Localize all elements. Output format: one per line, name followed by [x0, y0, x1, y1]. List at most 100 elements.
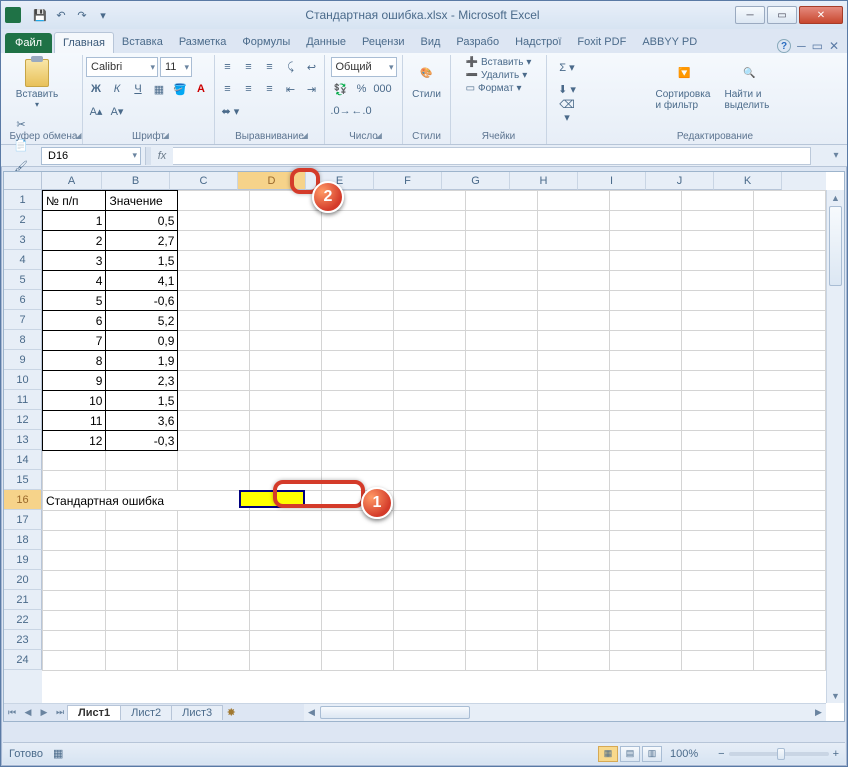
cell-B8[interactable]: 0,9 [106, 331, 178, 351]
cell-H18[interactable] [538, 531, 610, 551]
cell-I23[interactable] [610, 631, 682, 651]
cell-F7[interactable] [394, 311, 466, 331]
cell-H2[interactable] [538, 211, 610, 231]
view-page-layout-button[interactable]: ▤ [620, 746, 640, 762]
scroll-up-button[interactable]: ▲ [827, 190, 844, 205]
cell-K21[interactable] [753, 591, 825, 611]
ribbon-tab-разрабо[interactable]: Разрабо [448, 32, 507, 53]
cell-E21[interactable] [322, 591, 394, 611]
insert-cells-button[interactable]: ➕Вставить ▾ [466, 57, 532, 68]
cell-K3[interactable] [753, 231, 825, 251]
cell-F12[interactable] [394, 411, 466, 431]
cell-B13[interactable]: -0,3 [106, 431, 178, 451]
cell-B6[interactable]: -0,6 [106, 291, 178, 311]
cell-E2[interactable] [322, 211, 394, 231]
cell-G9[interactable] [466, 351, 538, 371]
cell-A6[interactable]: 5 [43, 291, 106, 311]
tab-nav-last[interactable]: ⏭ [52, 705, 68, 721]
cell-E9[interactable] [322, 351, 394, 371]
font-name-combo[interactable]: Calibri [86, 57, 158, 77]
cell-I9[interactable] [610, 351, 682, 371]
cell-F19[interactable] [394, 551, 466, 571]
mdi-minimize-button[interactable]: ─ [797, 39, 806, 53]
cell-G10[interactable] [466, 371, 538, 391]
cell-D1[interactable] [250, 191, 322, 211]
name-box[interactable]: D16 [41, 147, 141, 165]
cell-K20[interactable] [753, 571, 825, 591]
cell-D9[interactable] [250, 351, 322, 371]
autosum-button[interactable]: Σ ▾ [557, 57, 577, 77]
cell-D21[interactable] [250, 591, 322, 611]
cell-G15[interactable] [466, 471, 538, 491]
ribbon-tab-вид[interactable]: Вид [413, 32, 449, 53]
column-header-K[interactable]: K [714, 172, 782, 190]
cell-F11[interactable] [394, 391, 466, 411]
sheet-tab-Лист3[interactable]: Лист3 [171, 705, 223, 720]
cell-E20[interactable] [322, 571, 394, 591]
help-icon[interactable]: ? [777, 39, 791, 53]
cell-C4[interactable] [178, 251, 250, 271]
cell-G6[interactable] [466, 291, 538, 311]
cell-H19[interactable] [538, 551, 610, 571]
cell-D18[interactable] [250, 531, 322, 551]
row-header-13[interactable]: 13 [4, 430, 42, 450]
cell-J22[interactable] [681, 611, 753, 631]
cell-F4[interactable] [394, 251, 466, 271]
cell-D3[interactable] [250, 231, 322, 251]
cell-C17[interactable] [178, 511, 250, 531]
cell-A24[interactable] [43, 651, 106, 671]
sheet-tab-Лист2[interactable]: Лист2 [120, 705, 172, 720]
cell-I24[interactable] [610, 651, 682, 671]
cell-J13[interactable] [681, 431, 753, 451]
active-cell-d16[interactable] [239, 490, 305, 508]
tab-nav-first[interactable]: ⏮ [4, 705, 20, 721]
cell-C1[interactable] [178, 191, 250, 211]
ribbon-tab-разметка[interactable]: Разметка [171, 32, 235, 53]
cell-I21[interactable] [610, 591, 682, 611]
cell-H7[interactable] [538, 311, 610, 331]
cell-C10[interactable] [178, 371, 250, 391]
merge-button[interactable]: ⬌ ▾ [218, 101, 244, 121]
cell-H15[interactable] [538, 471, 610, 491]
cell-A1[interactable]: № п/п [43, 191, 106, 211]
zoom-in-button[interactable]: + [833, 748, 839, 760]
cell-J7[interactable] [681, 311, 753, 331]
close-button[interactable]: ✕ [799, 6, 843, 24]
font-size-combo[interactable]: 11 [160, 57, 192, 77]
bold-button[interactable]: Ж [86, 79, 106, 99]
cell-C19[interactable] [178, 551, 250, 571]
cell-E24[interactable] [322, 651, 394, 671]
cell-D20[interactable] [250, 571, 322, 591]
cell-E14[interactable] [322, 451, 394, 471]
cell-E8[interactable] [322, 331, 394, 351]
cell-J17[interactable] [681, 511, 753, 531]
cell-G19[interactable] [466, 551, 538, 571]
cell-F9[interactable] [394, 351, 466, 371]
row-header-6[interactable]: 6 [4, 290, 42, 310]
font-color-button[interactable]: A [191, 79, 211, 99]
minimize-button[interactable]: ─ [735, 6, 765, 24]
cell-G18[interactable] [466, 531, 538, 551]
cell-C14[interactable] [178, 451, 250, 471]
row-header-18[interactable]: 18 [4, 530, 42, 550]
cell-E19[interactable] [322, 551, 394, 571]
cell-E12[interactable] [322, 411, 394, 431]
cell-D6[interactable] [250, 291, 322, 311]
cell-G13[interactable] [466, 431, 538, 451]
cell-K13[interactable] [753, 431, 825, 451]
row-header-23[interactable]: 23 [4, 630, 42, 650]
cell-H8[interactable] [538, 331, 610, 351]
cell-B14[interactable] [106, 451, 178, 471]
row-header-24[interactable]: 24 [4, 650, 42, 670]
cell-H13[interactable] [538, 431, 610, 451]
cell-K14[interactable] [753, 451, 825, 471]
cell-C24[interactable] [178, 651, 250, 671]
cell-K10[interactable] [753, 371, 825, 391]
cell-A21[interactable] [43, 591, 106, 611]
column-header-F[interactable]: F [374, 172, 442, 190]
cell-A5[interactable]: 4 [43, 271, 106, 291]
cell-B23[interactable] [106, 631, 178, 651]
increase-decimal-button[interactable]: .0→ [331, 101, 351, 121]
align-center-button[interactable]: ≡ [239, 79, 259, 99]
comma-button[interactable]: 000 [373, 79, 393, 99]
